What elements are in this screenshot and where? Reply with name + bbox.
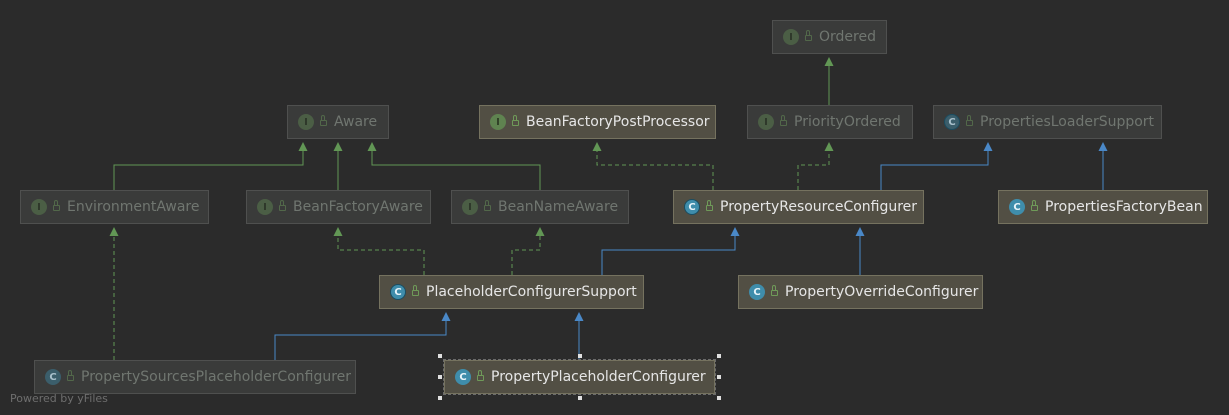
public-lock-icon <box>67 370 74 381</box>
public-lock-icon <box>477 370 484 381</box>
node-label: PriorityOrdered <box>794 114 901 130</box>
arrow-head <box>1098 142 1108 151</box>
edge-bean-name-aware-to-aware <box>367 142 541 190</box>
selection-handle[interactable] <box>438 375 442 379</box>
edge-environment-aware-to-aware <box>113 142 308 190</box>
node-properties-factory-bean[interactable]: C PropertiesFactoryBean <box>998 190 1208 224</box>
arrow-head <box>298 142 308 151</box>
arrow-head <box>592 142 602 151</box>
node-bean-factory-post-processor[interactable]: I BeanFactoryPostProcessor <box>479 105 716 139</box>
public-lock-icon <box>805 30 812 41</box>
node-property-placeholder-configurer[interactable]: C PropertyPlaceholderConfigurer <box>443 359 716 395</box>
edge-priority-ordered-to-ordered <box>824 57 834 105</box>
arrow-head <box>441 312 451 321</box>
abstract-class-icon: C <box>944 114 960 130</box>
arrow-head <box>824 142 834 151</box>
selection-handle[interactable] <box>578 396 582 400</box>
interface-icon: I <box>31 199 47 215</box>
public-lock-icon <box>771 285 778 296</box>
node-property-sources-placeholder-configurer[interactable]: C PropertySourcesPlaceholderConfigurer <box>34 360 356 394</box>
public-lock-icon <box>484 200 491 211</box>
node-label: PropertiesFactoryBean <box>1045 199 1203 215</box>
edge-property-sources-placeholder-configurer-to-environment-aware <box>109 227 119 360</box>
node-label: PlaceholderConfigurerSupport <box>426 284 637 300</box>
node-label: PropertyResourceConfigurer <box>720 199 918 215</box>
edge-properties-factory-bean-to-properties-loader-support <box>1098 142 1108 190</box>
arrow-head <box>367 142 377 151</box>
node-label: Aware <box>334 114 378 130</box>
node-label: PropertySourcesPlaceholderConfigurer <box>81 369 352 385</box>
arrow-head <box>109 227 119 236</box>
edge-property-resource-configurer-to-properties-loader-support <box>880 142 993 190</box>
public-lock-icon <box>412 285 419 296</box>
selection-handle[interactable] <box>717 354 721 358</box>
node-environment-aware[interactable]: I EnvironmentAware <box>20 190 209 224</box>
abstract-class-icon: C <box>684 199 700 215</box>
edge-property-sources-placeholder-configurer-to-placeholder-configurer-support <box>274 312 451 360</box>
abstract-class-icon: C <box>390 284 406 300</box>
public-lock-icon <box>966 115 973 126</box>
arrow-head <box>824 57 834 66</box>
arrow-head <box>535 227 545 236</box>
interface-icon: I <box>462 199 478 215</box>
interface-icon: I <box>298 114 314 130</box>
node-label: BeanFactoryPostProcessor <box>526 114 710 130</box>
powered-by-footer: Powered by yFiles <box>10 392 108 405</box>
class-icon: C <box>455 369 471 385</box>
node-label: PropertyPlaceholderConfigurer <box>491 369 706 385</box>
node-label: PropertiesLoaderSupport <box>980 114 1155 130</box>
arrow-head <box>855 227 865 236</box>
selection-handle[interactable] <box>438 396 442 400</box>
node-label: BeanNameAware <box>498 199 619 215</box>
node-label: Ordered <box>819 29 876 45</box>
public-lock-icon <box>706 200 713 211</box>
interface-icon: I <box>490 114 506 130</box>
edge-property-placeholder-configurer-to-placeholder-configurer-support <box>574 312 584 360</box>
public-lock-icon <box>320 115 327 126</box>
node-priority-ordered[interactable]: I PriorityOrdered <box>747 105 913 139</box>
public-lock-icon <box>279 200 286 211</box>
node-property-override-configurer[interactable]: C PropertyOverrideConfigurer <box>738 275 983 309</box>
node-bean-name-aware[interactable]: I BeanNameAware <box>451 190 629 224</box>
node-placeholder-configurer-support[interactable]: C PlaceholderConfigurerSupport <box>379 275 644 309</box>
node-aware[interactable]: I Aware <box>287 105 389 139</box>
selection-handle[interactable] <box>578 354 582 358</box>
arrow-head <box>730 227 740 236</box>
selection-handle[interactable] <box>438 354 442 358</box>
public-lock-icon <box>780 115 787 126</box>
edge-placeholder-configurer-support-to-bean-name-aware <box>511 227 545 275</box>
arrow-head <box>333 227 343 236</box>
edge-property-override-configurer-to-property-resource-configurer <box>855 227 865 275</box>
selection-handle[interactable] <box>717 375 721 379</box>
node-label: EnvironmentAware <box>67 199 200 215</box>
public-lock-icon <box>512 115 519 126</box>
public-lock-icon <box>53 200 60 211</box>
class-icon: C <box>45 369 61 385</box>
node-properties-loader-support[interactable]: C PropertiesLoaderSupport <box>933 105 1162 139</box>
node-bean-factory-aware[interactable]: I BeanFactoryAware <box>246 190 431 224</box>
interface-icon: I <box>783 29 799 45</box>
class-icon: C <box>749 284 765 300</box>
node-label: PropertyOverrideConfigurer <box>785 284 979 300</box>
arrow-head <box>983 142 993 151</box>
arrow-head <box>574 312 584 321</box>
interface-icon: I <box>758 114 774 130</box>
edge-property-resource-configurer-to-bean-factory-post-processor <box>592 142 714 190</box>
public-lock-icon <box>1031 200 1038 211</box>
node-ordered[interactable]: I Ordered <box>772 20 887 54</box>
arrow-head <box>333 142 343 151</box>
node-property-resource-configurer[interactable]: C PropertyResourceConfigurer <box>673 190 924 224</box>
selection-handle[interactable] <box>717 396 721 400</box>
edge-property-resource-configurer-to-priority-ordered <box>797 142 834 190</box>
interface-icon: I <box>257 199 273 215</box>
class-icon: C <box>1009 199 1025 215</box>
edge-placeholder-configurer-support-to-property-resource-configurer <box>601 227 740 275</box>
edge-placeholder-configurer-support-to-bean-factory-aware <box>333 227 425 275</box>
node-label: BeanFactoryAware <box>293 199 423 215</box>
edge-bean-factory-aware-to-aware <box>333 142 343 190</box>
